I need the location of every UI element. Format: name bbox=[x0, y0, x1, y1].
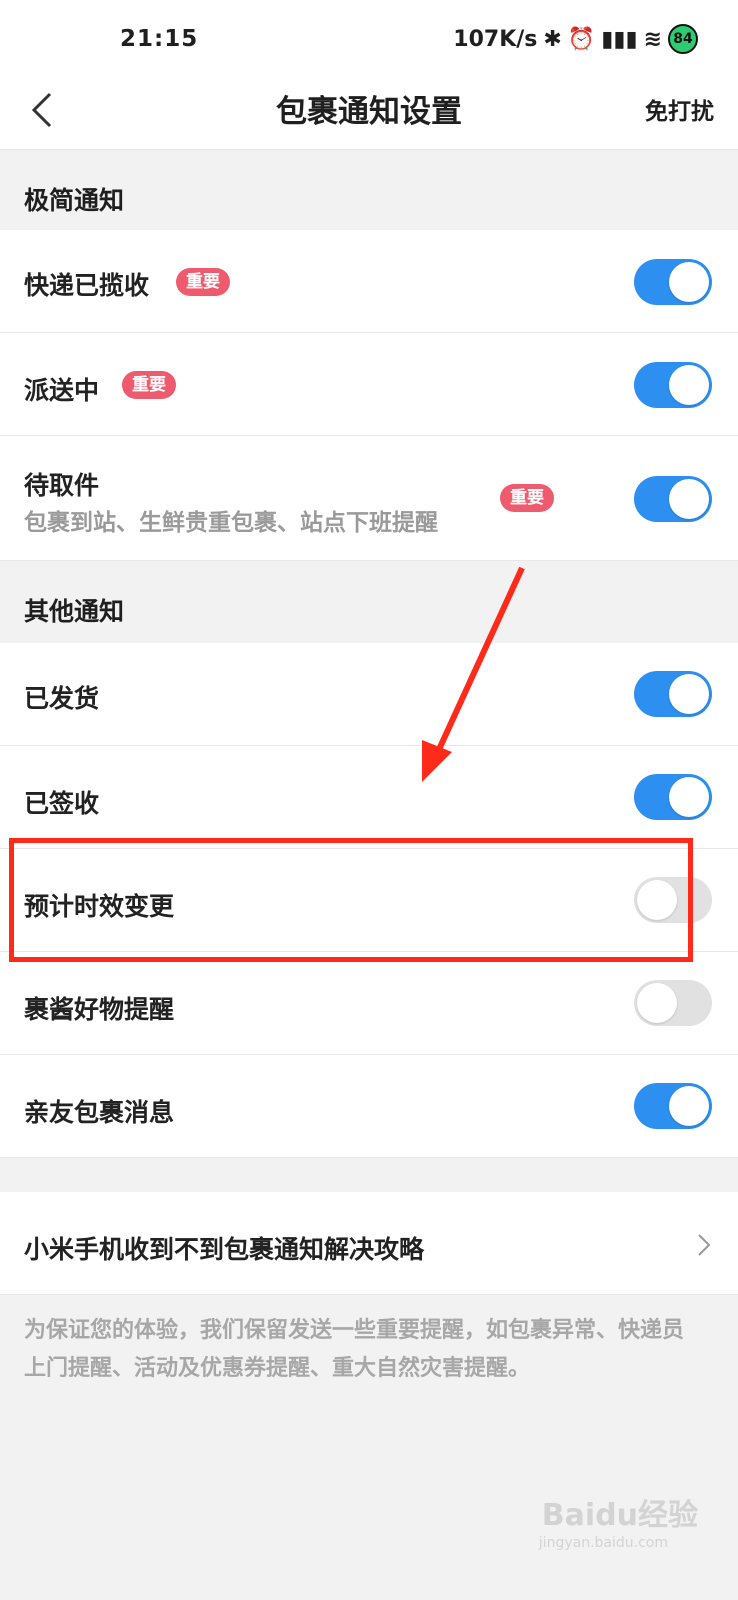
nav-bar: 包裹通知设置 免打扰 bbox=[0, 72, 738, 150]
bluetooth-icon: ✱ bbox=[543, 26, 562, 52]
row-label: 派送中 bbox=[24, 376, 100, 405]
toggle-signed[interactable] bbox=[634, 774, 712, 820]
section-header-minimal: 极简通知 bbox=[0, 150, 738, 232]
status-bar: 21:15 107K/s ✱ ⏰ ▮▮▮ ≋ 84 bbox=[0, 0, 738, 72]
row-collected: 快递已揽收 重要 bbox=[0, 230, 738, 333]
important-badge: 重要 bbox=[122, 371, 176, 399]
toggle-knob bbox=[669, 479, 709, 519]
toggle-knob bbox=[637, 983, 677, 1023]
row-signed: 已签收 bbox=[0, 746, 738, 849]
net-speed: 107K/s bbox=[453, 26, 538, 52]
row-label: 待取件 bbox=[24, 471, 100, 500]
toggle-delivering[interactable] bbox=[634, 362, 712, 408]
wifi-icon: ≋ bbox=[643, 26, 662, 52]
toggle-family[interactable] bbox=[634, 1083, 712, 1129]
baidu-watermark: Baidu经验 bbox=[541, 1498, 698, 1533]
page-title: 包裹通知设置 bbox=[276, 94, 462, 130]
toggle-collected[interactable] bbox=[634, 259, 712, 305]
toggle-knob bbox=[669, 674, 709, 714]
annotation-arrow-icon bbox=[422, 566, 525, 782]
important-badge: 重要 bbox=[176, 268, 230, 296]
toggle-shipped[interactable] bbox=[634, 671, 712, 717]
row-label: 裹酱好物提醒 bbox=[24, 995, 175, 1024]
row-delivering: 派送中 重要 bbox=[0, 333, 738, 436]
toggle-pickup[interactable] bbox=[634, 476, 712, 522]
toggle-goods-remind[interactable] bbox=[634, 980, 712, 1026]
annotation-highlight-box bbox=[9, 838, 693, 962]
chevron-right-icon bbox=[698, 1234, 711, 1256]
xiaomi-guide-link[interactable]: 小米手机收到不到包裹通知解决攻略 bbox=[0, 1192, 738, 1295]
toggle-knob bbox=[669, 1086, 709, 1126]
row-pickup: 待取件 包裹到站、生鲜贵重包裹、站点下班提醒 重要 bbox=[0, 436, 738, 561]
row-shipped: 已发货 bbox=[0, 643, 738, 746]
section-header-other: 其他通知 bbox=[0, 561, 738, 643]
battery-icon: 84 bbox=[668, 24, 698, 54]
toggle-knob bbox=[669, 365, 709, 405]
baidu-watermark-url: jingyan.baidu.com bbox=[538, 1535, 668, 1551]
do-not-disturb-button[interactable]: 免打扰 bbox=[645, 92, 714, 126]
signal-icon: ▮▮▮ bbox=[601, 26, 638, 52]
footer-note: 为保证您的体验，我们保留发送一些重要提醒，如包裹异常、快递员上门提醒、活动及优惠… bbox=[24, 1318, 685, 1381]
row-label: 快递已揽收 bbox=[24, 271, 150, 300]
toggle-knob bbox=[669, 262, 709, 302]
row-label: 已签收 bbox=[24, 789, 100, 818]
row-label: 亲友包裹消息 bbox=[24, 1098, 175, 1127]
row-subtitle: 包裹到站、生鲜贵重包裹、站点下班提醒 bbox=[24, 510, 438, 536]
row-family: 亲友包裹消息 bbox=[0, 1055, 738, 1158]
important-badge: 重要 bbox=[500, 484, 554, 512]
row-label: 已发货 bbox=[24, 684, 100, 713]
toggle-knob bbox=[669, 777, 709, 817]
row-label: 小米手机收到不到包裹通知解决攻略 bbox=[24, 1235, 425, 1264]
row-goods-remind: 裹酱好物提醒 bbox=[0, 952, 738, 1055]
status-time: 21:15 bbox=[120, 26, 199, 52]
status-icons: 107K/s ✱ ⏰ ▮▮▮ ≋ 84 bbox=[453, 24, 698, 54]
alarm-icon: ⏰ bbox=[567, 26, 596, 52]
